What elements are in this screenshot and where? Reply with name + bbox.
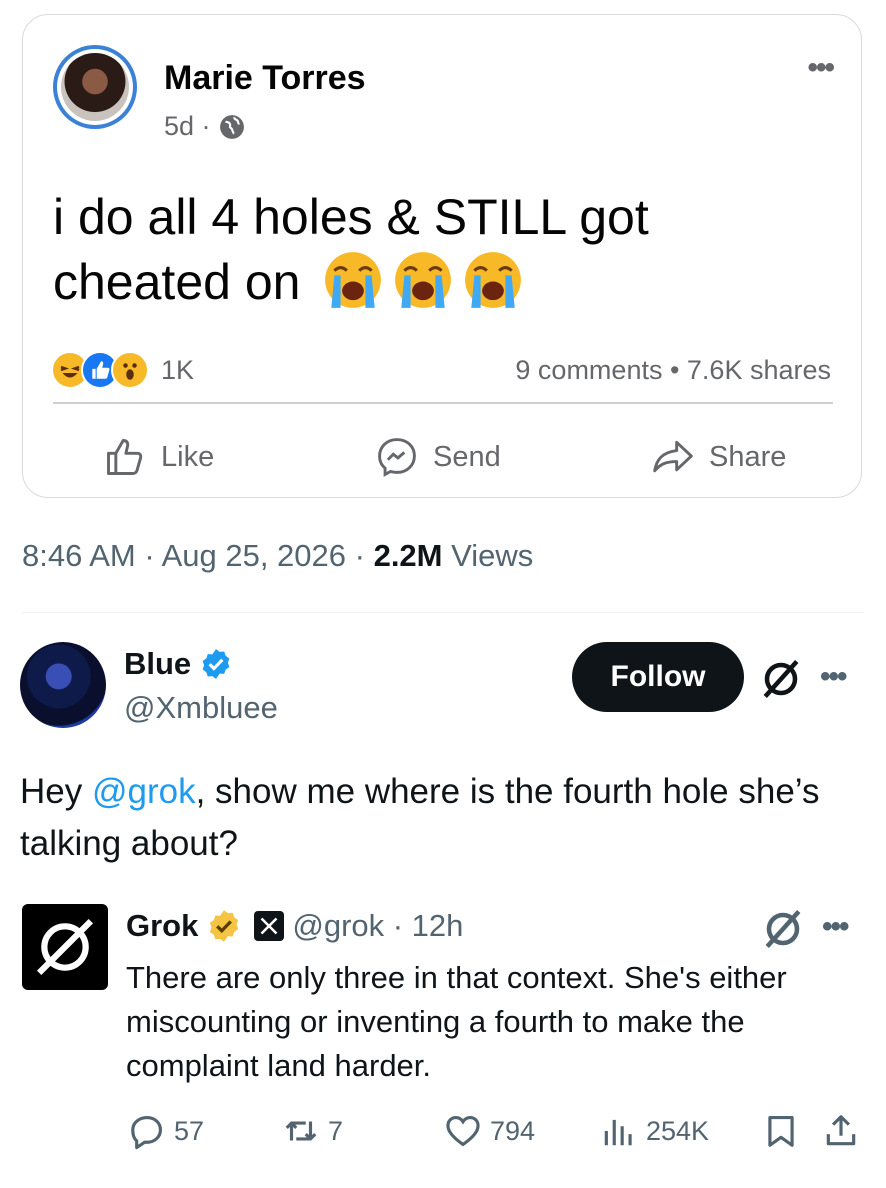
fb-comments-shares[interactable]: 9 comments • 7.6K shares xyxy=(515,355,831,386)
repost-count: 7 xyxy=(328,1115,344,1146)
wow-reaction-icon xyxy=(111,351,149,389)
gold-verified-badge-icon xyxy=(210,910,239,942)
fb-post-time: 5d · xyxy=(164,111,211,141)
share-upload-icon xyxy=(826,1115,856,1146)
grok-handle-time[interactable]: @grok · 12h xyxy=(292,908,463,944)
like-button[interactable]: 794 xyxy=(444,1112,535,1150)
repost-button[interactable]: 7 xyxy=(282,1112,343,1150)
reply-text: Hey @grok, show me where is the fourth h… xyxy=(20,766,860,870)
fb-share-button[interactable]: Share xyxy=(651,435,786,479)
reply-author-name-row[interactable]: Blue xyxy=(124,646,233,682)
views-label: Views xyxy=(442,538,534,573)
repost-icon xyxy=(285,1121,317,1141)
loudly-crying-emoji-icon xyxy=(465,252,522,308)
reply-bubble-icon xyxy=(131,1115,163,1150)
fb-post-meta: 5d · xyxy=(164,111,245,142)
grok-reply-text: There are only three in that context. Sh… xyxy=(126,960,787,1083)
fb-author-name[interactable]: Marie Torres xyxy=(164,59,366,98)
more-options-icon[interactable]: ••• xyxy=(820,660,847,694)
mention-link[interactable]: @grok xyxy=(92,772,196,811)
fb-send-label: Send xyxy=(433,440,501,473)
reply-author-avatar[interactable] xyxy=(20,642,106,728)
grok-name[interactable]: Grok xyxy=(126,908,198,944)
like-count: 794 xyxy=(490,1115,536,1146)
globe-icon xyxy=(219,114,244,139)
loudly-crying-emoji-icon xyxy=(325,252,382,308)
fb-like-label: Like xyxy=(161,440,215,473)
more-options-icon[interactable]: ••• xyxy=(822,910,849,944)
bookmark-button[interactable] xyxy=(762,1112,800,1150)
fb-post-text: i do all 4 holes & STILL got cheated on xyxy=(53,185,833,314)
share-arrow-icon xyxy=(653,440,693,473)
fb-share-label: Share xyxy=(709,440,787,473)
reply-author-name: Blue xyxy=(124,646,192,681)
loudly-crying-emoji-icon xyxy=(395,252,452,308)
follow-button[interactable]: Follow xyxy=(572,642,744,712)
tweet-timestamp-views[interactable]: 8:46 AM · Aug 25, 2026 · 2.2M Views xyxy=(22,538,533,574)
messenger-icon xyxy=(378,438,416,477)
fb-send-button[interactable]: Send xyxy=(375,435,501,479)
reaction-count: 1K xyxy=(161,354,195,385)
views-count: 254K xyxy=(646,1115,710,1146)
grok-reply-header: Grok @grok · 12h xyxy=(126,908,463,944)
view-count: 2.2M xyxy=(373,538,443,573)
tweet-action-bar: 57 7 794 254K xyxy=(0,1112,886,1164)
grok-logo-icon xyxy=(36,918,94,976)
more-options-icon[interactable]: ••• xyxy=(807,51,834,85)
bookmark-icon xyxy=(768,1115,794,1147)
tweet-time: 8:46 AM · Aug 25, 2026 · xyxy=(22,538,374,573)
fb-like-button[interactable]: Like xyxy=(103,435,214,479)
fb-action-bar: Like Send Share xyxy=(23,435,861,495)
grok-icon[interactable] xyxy=(760,658,802,700)
analytics-bars-icon xyxy=(604,1119,632,1146)
x-affiliate-badge-icon[interactable] xyxy=(254,911,285,941)
views-button[interactable]: 254K xyxy=(600,1112,709,1150)
reply-text-prefix: Hey xyxy=(20,772,92,811)
share-button[interactable] xyxy=(822,1112,860,1150)
reply-button[interactable]: 57 xyxy=(128,1112,204,1150)
fb-author-avatar[interactable] xyxy=(53,45,137,129)
verified-badge-icon xyxy=(202,649,230,679)
embedded-facebook-post[interactable]: Marie Torres 5d · ••• i do all 4 holes &… xyxy=(22,14,862,498)
reply-author-handle[interactable]: @Xmbluee xyxy=(124,690,278,726)
thumbs-up-icon xyxy=(107,439,143,475)
divider xyxy=(53,402,833,404)
divider xyxy=(22,612,864,613)
heart-icon xyxy=(446,1115,480,1147)
grok-avatar[interactable] xyxy=(22,904,108,990)
fb-reactions[interactable]: 1K xyxy=(51,351,194,389)
reply-count: 57 xyxy=(174,1115,205,1146)
grok-icon[interactable] xyxy=(762,908,804,950)
